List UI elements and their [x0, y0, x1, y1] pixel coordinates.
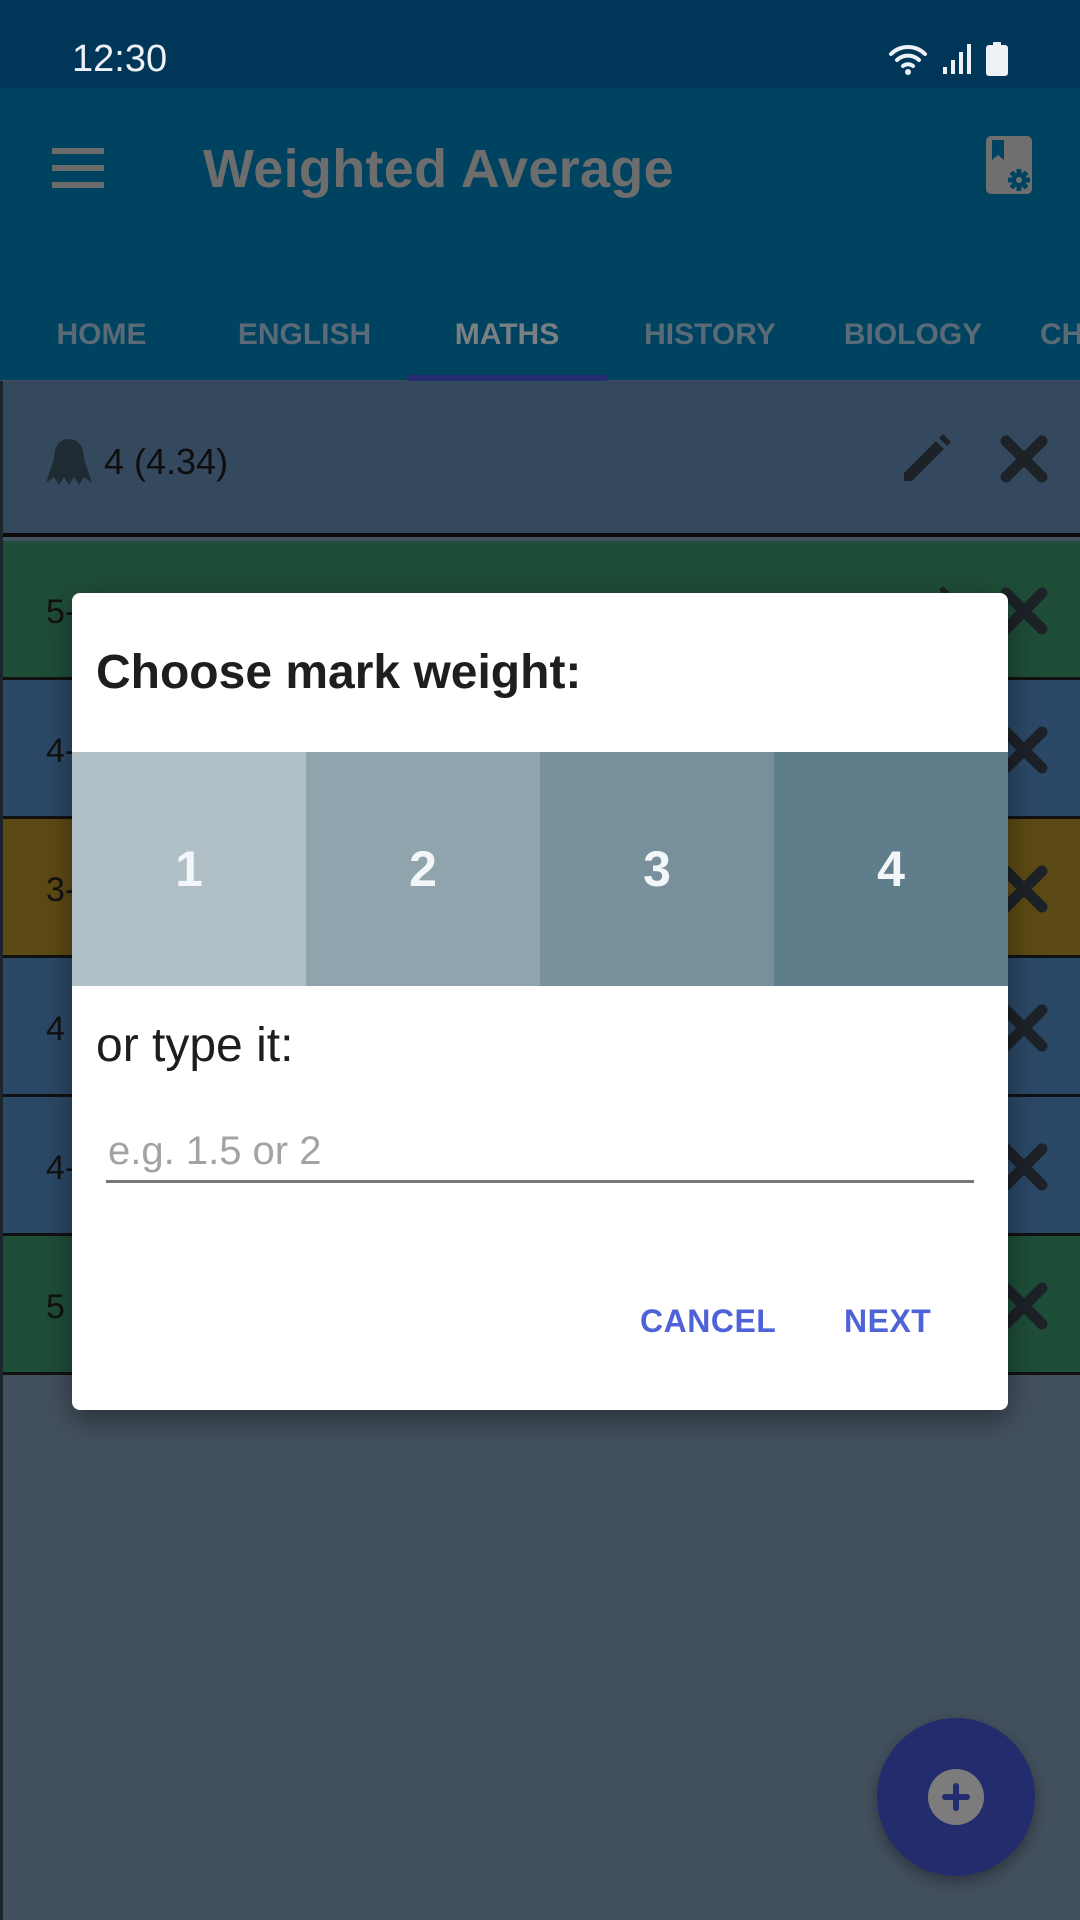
status-icons [888, 42, 1008, 76]
tab-home[interactable]: HOME [0, 290, 203, 380]
wifi-icon [889, 44, 927, 75]
add-mark-button[interactable] [877, 1718, 1035, 1876]
add-icon [928, 1769, 984, 1825]
next-button[interactable]: NEXT [844, 1303, 931, 1340]
weight-option-3[interactable]: 3 [540, 752, 774, 986]
weight-option-4[interactable]: 4 [774, 752, 1008, 986]
left-edge [0, 381, 3, 1920]
mark-weight-dialog: Choose mark weight: 1 2 3 4 or type it: … [72, 593, 1008, 1410]
type-it-label: or type it: [96, 1019, 294, 1072]
summary-average: 4 (4.34) [104, 441, 229, 482]
weight-option-2[interactable]: 2 [306, 752, 540, 986]
status-bar: 12:30 [0, 0, 1080, 88]
menu-icon[interactable] [52, 148, 106, 188]
edit-icon[interactable] [898, 431, 954, 487]
status-time: 12:30 [72, 38, 168, 80]
tab-english[interactable]: ENGLISH [203, 290, 406, 380]
ribbon-icon [46, 439, 92, 485]
book-settings-icon[interactable] [986, 136, 1034, 194]
tab-history[interactable]: HISTORY [607, 290, 813, 380]
mark-value: 5 [46, 1288, 65, 1326]
tab-chemistry[interactable]: CH [1040, 290, 1080, 380]
dialog-title: Choose mark weight: [96, 646, 582, 699]
weight-option-1[interactable]: 1 [72, 752, 306, 986]
cancel-button[interactable]: CANCEL [640, 1303, 776, 1340]
app-title: Weighted Average [203, 139, 674, 199]
summary-row: 4 (4.34) [2, 381, 1080, 537]
weight-options: 1 2 3 4 [72, 752, 1008, 986]
weight-input[interactable] [106, 1123, 974, 1183]
tab-maths[interactable]: MATHS [407, 290, 607, 380]
battery-icon [986, 42, 1008, 76]
mark-value: 4 [46, 1010, 65, 1048]
delete-icon[interactable] [998, 433, 1050, 485]
tab-bar: HOME ENGLISH MATHS HISTORY BIOLOGY CH [0, 290, 1080, 380]
signal-icon [943, 44, 971, 74]
tab-biology[interactable]: BIOLOGY [813, 290, 1013, 380]
